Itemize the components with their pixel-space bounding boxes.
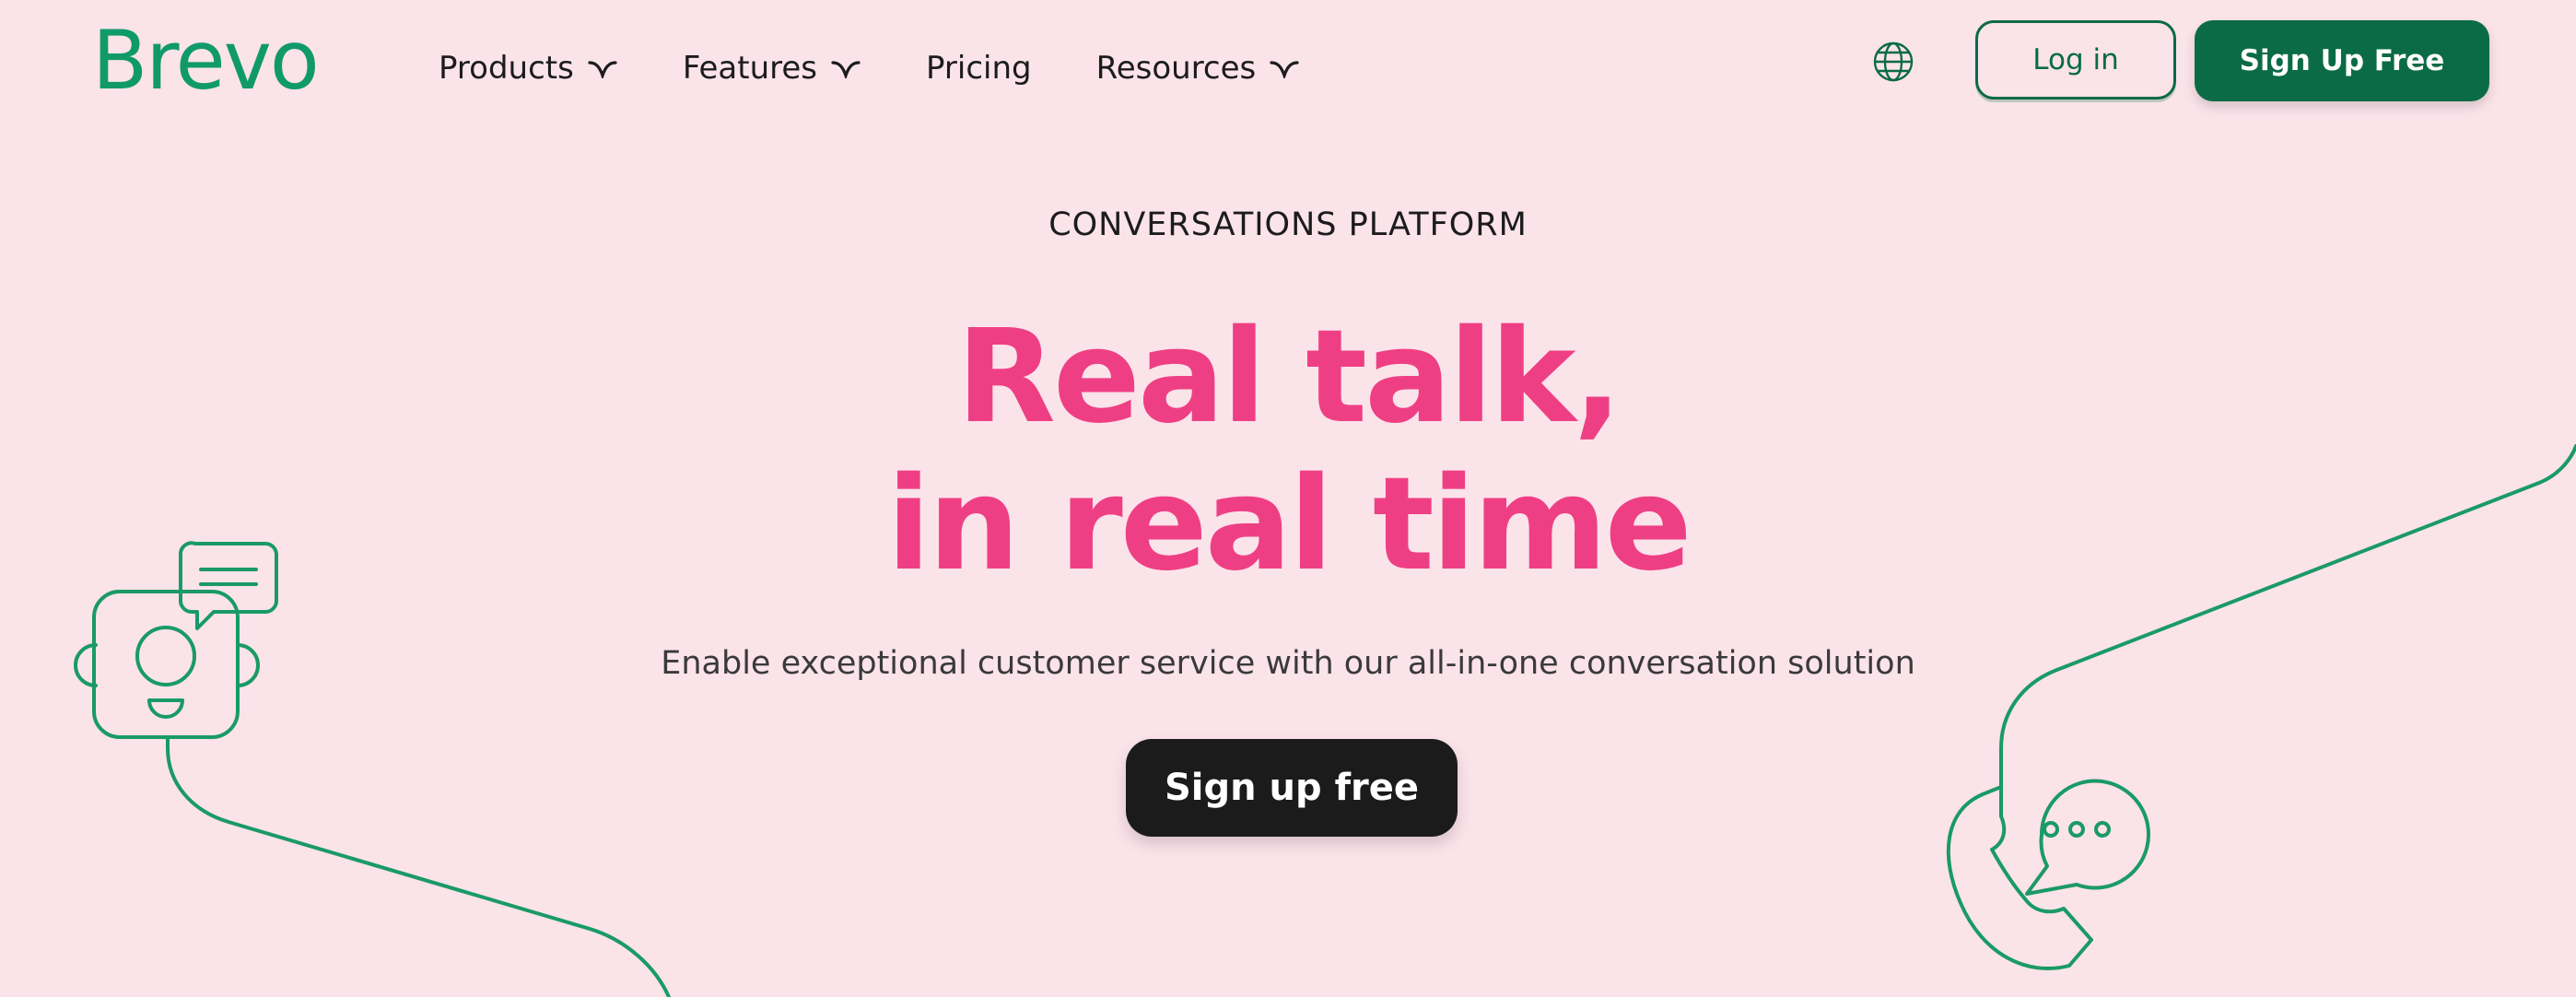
main-nav: Products Features Pricing Resources bbox=[439, 41, 1300, 96]
page: Brevo Products Features Pricing Resource… bbox=[0, 0, 2576, 997]
brevo-logo[interactable]: Brevo bbox=[92, 20, 320, 101]
nav-features-label: Features bbox=[682, 50, 818, 87]
hero-signup-button[interactable]: Sign up free bbox=[1126, 739, 1458, 837]
hero-eyebrow: CONVERSATIONS PLATFORM bbox=[1048, 206, 1528, 243]
nav-features[interactable]: Features bbox=[683, 50, 861, 87]
hero-headline-line1: Real talk, bbox=[956, 302, 1622, 452]
nav-resources[interactable]: Resources bbox=[1096, 50, 1301, 87]
nav-products[interactable]: Products bbox=[439, 50, 618, 87]
hero-headline: Real talk, in real time bbox=[0, 304, 2576, 599]
nav-products-label: Products bbox=[439, 50, 574, 87]
chat-agent-icon bbox=[74, 541, 671, 997]
hero-headline-line2: in real time bbox=[886, 450, 1692, 600]
signup-free-button[interactable]: Sign Up Free bbox=[2195, 20, 2489, 101]
chevron-down-icon bbox=[588, 61, 617, 78]
chevron-down-icon bbox=[831, 61, 861, 78]
login-button[interactable]: Log in bbox=[1975, 20, 2176, 100]
chevron-down-icon bbox=[1270, 61, 1299, 78]
nav-resources-label: Resources bbox=[1095, 50, 1257, 87]
nav-pricing[interactable]: Pricing bbox=[926, 50, 1032, 87]
nav-pricing-label: Pricing bbox=[926, 50, 1032, 87]
globe-icon[interactable] bbox=[1872, 41, 1914, 83]
hero-subtitle: Enable exceptional customer service with… bbox=[661, 645, 1915, 682]
